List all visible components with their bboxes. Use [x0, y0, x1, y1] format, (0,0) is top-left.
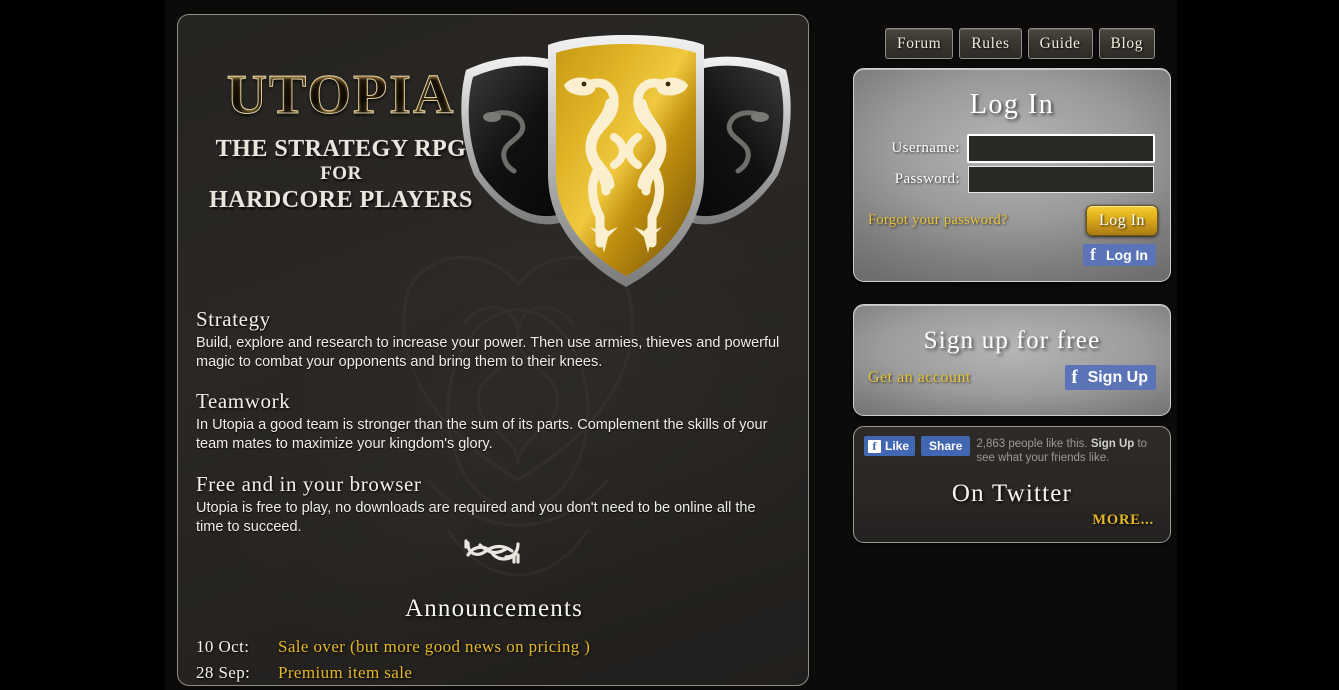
twitter-title: On Twitter	[951, 479, 1073, 507]
facebook-signup-label: Sign Up	[1087, 368, 1148, 386]
login-panel: Log In Username: Password: Forgot your p…	[853, 68, 1171, 282]
login-actions: Forgot your password? Log In	[854, 197, 1170, 236]
shield-crest-logo	[456, 25, 796, 293]
feature-list: Strategy Build, explore and research to …	[196, 307, 796, 554]
announcements-title: Announcements	[404, 595, 584, 622]
tagline-line-2: FOR	[320, 163, 362, 185]
feature-strategy: Strategy Build, explore and research to …	[196, 307, 796, 371]
login-title: Log In	[969, 89, 1055, 120]
tagline-line-3: HARDCORE PLAYERS	[209, 186, 473, 213]
brand-row: UTOPIA THE STRATEGY RPG FOR HARDCORE PLA…	[178, 15, 808, 293]
announcement-row: 28 Sep: Premium item sale	[178, 663, 808, 683]
announcements-section: Announcements 10 Oct: Sale over (but more…	[178, 595, 808, 685]
like-label: Like	[885, 439, 910, 453]
signup-actions: Get an account f Sign Up	[854, 355, 1170, 390]
password-row: Password:	[854, 166, 1170, 193]
main-content-panel: UTOPIA THE STRATEGY RPG FOR HARDCORE PLA…	[177, 14, 809, 686]
facebook-share-button[interactable]: Share	[921, 436, 971, 456]
password-input[interactable]	[968, 166, 1154, 193]
username-row: Username:	[854, 135, 1170, 162]
facebook-like-button[interactable]: f Like	[864, 436, 916, 456]
sidebar: Forum Rules Guide Blog Log In Username: …	[845, 0, 1177, 690]
feature-body: In Utopia a good team is stronger than t…	[196, 417, 768, 453]
facebook-login-button[interactable]: f Log In	[1083, 244, 1156, 266]
social-panel: f Like Share 2,863 people like this. Sig…	[853, 426, 1171, 543]
facebook-f-icon: f	[1071, 366, 1078, 388]
like-count-prefix: 2,863 people like this.	[976, 438, 1091, 450]
login-submit-button[interactable]: Log In	[1086, 205, 1158, 236]
facebook-login-label: Log In	[1106, 247, 1148, 263]
like-count-signup-link[interactable]: Sign Up	[1091, 438, 1134, 450]
twitter-more-link[interactable]: MORE...	[854, 508, 1170, 529]
feature-body: Utopia is free to play, no downloads are…	[196, 499, 756, 535]
feature-free-browser: Free and in your browser Utopia is free …	[196, 472, 796, 536]
facebook-like-count: 2,863 people like this. Sign Up to see w…	[976, 436, 1156, 466]
facebook-like-widget: f Like Share 2,863 people like this. Sig…	[854, 427, 1170, 466]
feature-heading: Teamwork	[196, 389, 291, 414]
facebook-f-icon: f	[1090, 245, 1096, 264]
announcement-link[interactable]: Premium item sale	[278, 663, 412, 682]
nav-button-blog[interactable]: Blog	[1098, 28, 1156, 59]
announcement-date: 10 Oct:	[196, 637, 250, 656]
announcement-date: 28 Sep:	[196, 663, 251, 682]
signup-panel: Sign up for free Get an account f Sign U…	[853, 304, 1171, 416]
feature-teamwork: Teamwork In Utopia a good team is strong…	[196, 389, 796, 453]
username-label: Username:	[891, 140, 960, 156]
tagline-line-1: THE STRATEGY RPG	[215, 136, 467, 162]
feature-heading: Free and in your browser	[196, 471, 422, 496]
page-root: UTOPIA THE STRATEGY RPG FOR HARDCORE PLA…	[0, 0, 1339, 690]
password-label: Password:	[894, 171, 960, 187]
nav-button-forum[interactable]: Forum	[885, 28, 954, 59]
username-input[interactable]	[968, 135, 1154, 162]
announcement-row: 10 Oct: Sale over (but more good news on …	[178, 637, 808, 657]
get-account-link[interactable]: Get an account	[868, 369, 971, 387]
feature-heading: Strategy	[196, 307, 271, 331]
wordmark-utopia: UTOPIA	[196, 67, 486, 124]
forgot-password-link[interactable]: Forgot your password?	[868, 212, 1008, 229]
divider	[178, 535, 808, 570]
nav-button-rules[interactable]: Rules	[959, 28, 1022, 59]
facebook-f-icon: f	[868, 439, 881, 453]
facebook-signup-button[interactable]: f Sign Up	[1064, 365, 1156, 390]
top-nav: Forum Rules Guide Blog	[885, 28, 1156, 59]
twin-serpent-shield-icon	[461, 35, 791, 287]
nav-button-guide[interactable]: Guide	[1027, 28, 1093, 59]
signup-title: Sign up for free	[923, 327, 1101, 354]
facebook-login-row: f Log In	[854, 236, 1170, 266]
feature-body: Build, explore and research to increase …	[196, 335, 780, 370]
celtic-serpent-knot-icon	[464, 539, 520, 564]
announcement-link[interactable]: Sale over (but more good news on pricing…	[278, 637, 590, 656]
tagline: THE STRATEGY RPG FOR HARDCORE PLAYERS	[196, 135, 486, 214]
